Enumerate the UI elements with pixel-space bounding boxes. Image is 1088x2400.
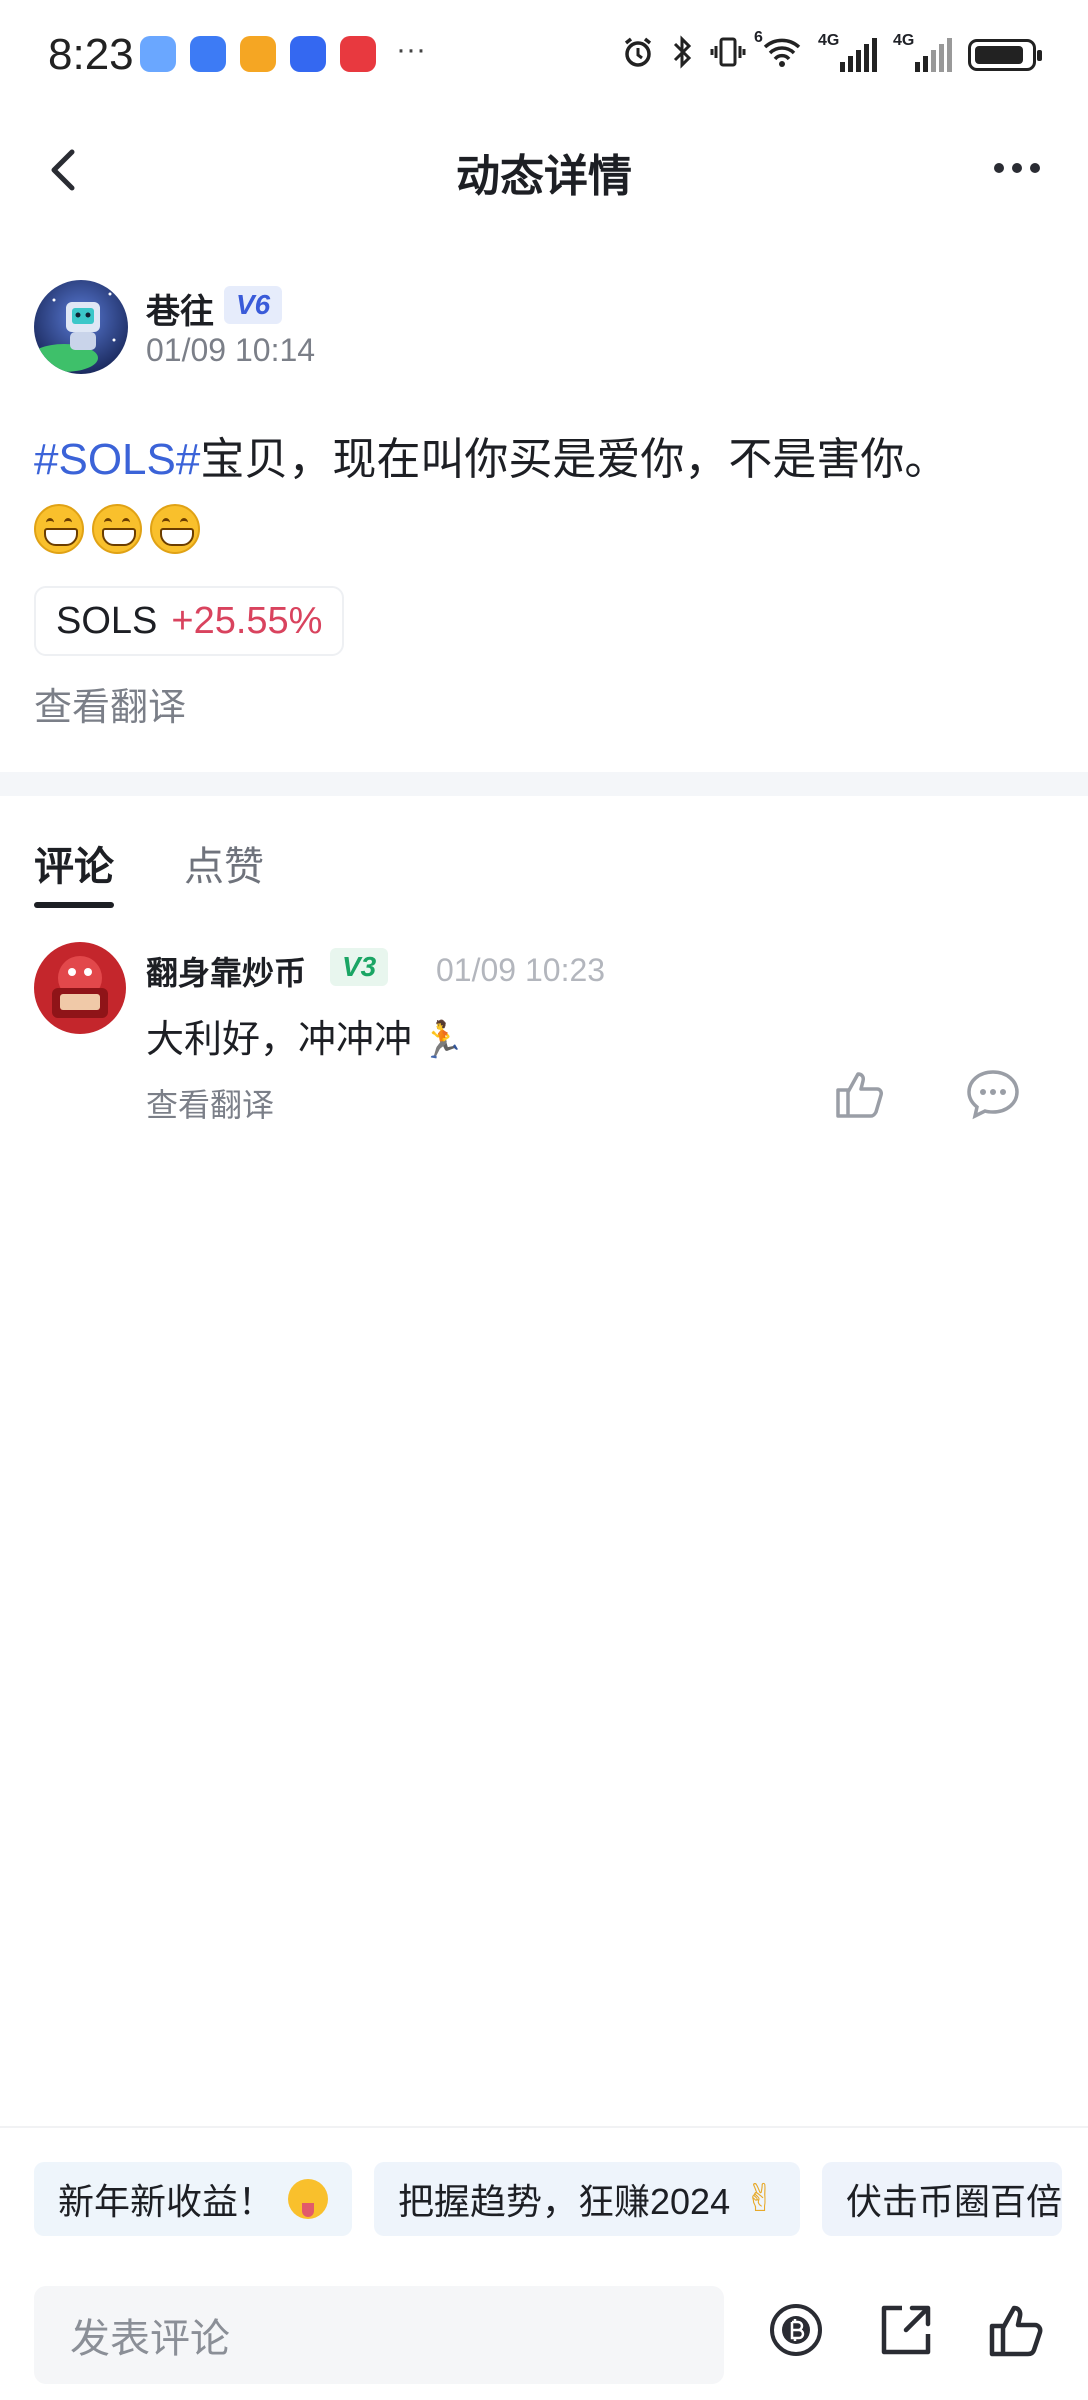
wifi-6-label: 6 — [754, 29, 763, 46]
active-tab-indicator — [34, 902, 114, 908]
network-type-label: 4G — [818, 31, 840, 49]
like-post-button[interactable] — [986, 2300, 1046, 2360]
ticker-change: +25.55% — [171, 599, 323, 642]
comment-item: 翻身靠炒币 V3 01/09 10:23 大利好，冲冲冲 🏃 查看翻译 — [34, 942, 1054, 1123]
app-notification-icon — [340, 36, 376, 72]
post-emoji-row — [34, 504, 200, 554]
app-notification-icon — [140, 36, 176, 72]
app-notification-icon — [290, 36, 326, 72]
nav-header: 动态详情 — [0, 110, 1088, 230]
page-title: 动态详情 — [456, 152, 632, 201]
status-time: 8:23 — [48, 30, 134, 79]
money-mouth-face-icon — [288, 2179, 329, 2219]
more-dot-icon — [1012, 163, 1022, 173]
status-bar: 8:23 ··· 6 4G 4G — [0, 0, 1088, 110]
more-dot-icon — [994, 163, 1004, 173]
victory-hand-icon: ✌ — [744, 2178, 776, 2220]
tab-label: 评论 — [34, 845, 114, 889]
more-options-button[interactable] — [982, 146, 1052, 190]
quick-reply-chip[interactable]: 把握趋势，狂赚2024 ✌ — [374, 2162, 800, 2236]
post-content: #SOLS#宝贝，现在叫你买是爱你，不是害你。 — [34, 428, 1054, 492]
ticker-chip[interactable]: SOLS +25.55% — [34, 586, 345, 656]
thumbs-up-icon — [836, 1072, 883, 1118]
commenter-avatar[interactable] — [34, 942, 126, 1034]
grinning-face-icon — [92, 504, 142, 554]
quick-reply-chip[interactable]: 伏击币圈百倍 — [821, 2162, 1062, 2236]
quick-reply-label: 新年新收益！ — [58, 2181, 275, 2222]
wifi-icon: 6 — [754, 29, 802, 74]
tip-coin-button[interactable] — [766, 2300, 826, 2360]
comment-like-button[interactable] — [832, 1066, 888, 1122]
comment-reply-button[interactable] — [964, 1066, 1022, 1122]
system-status-icons: 6 4G 4G — [620, 29, 1042, 75]
app-notification-icon — [240, 36, 276, 72]
post-author: 巷往 V6 01/09 10:14 — [34, 280, 1054, 380]
quick-reply-row: 新年新收益！ 把握趋势，狂赚2024 ✌ 伏击币圈百倍 — [34, 2162, 1062, 2236]
view-translation-link[interactable]: 查看翻译 — [34, 676, 186, 731]
tabs: 评论 点赞 — [34, 830, 264, 910]
notification-app-icons: ··· — [140, 33, 426, 72]
vibrate-icon — [710, 34, 746, 75]
coin-icon — [770, 2304, 822, 2356]
quick-reply-label: 把握趋势，狂赚2024 — [398, 2181, 731, 2222]
grinning-face-icon — [150, 504, 200, 554]
quick-reply-label: 伏击币圈百倍 — [845, 2181, 1062, 2222]
alarm-icon — [620, 34, 656, 75]
post-hashtag-link[interactable]: #SOLS# — [34, 435, 200, 484]
level-badge: V6 — [224, 286, 283, 324]
author-name[interactable]: 巷往 — [146, 284, 214, 333]
ticker-symbol: SOLS — [56, 599, 158, 642]
share-icon — [881, 2305, 931, 2355]
more-dot-icon — [1030, 163, 1040, 173]
tab-comments[interactable]: 评论 — [34, 830, 114, 910]
level-badge: V3 — [330, 948, 389, 986]
signal-4g-icon: 4G — [893, 32, 952, 72]
commenter-name[interactable]: 翻身靠炒币 — [146, 948, 306, 994]
tab-label: 点赞 — [184, 845, 264, 889]
share-button[interactable] — [876, 2300, 936, 2360]
battery-icon — [968, 38, 1042, 71]
post-text: 宝贝，现在叫你买是爱你，不是害你。 — [200, 435, 949, 484]
view-translation-link[interactable]: 查看翻译 — [146, 1080, 274, 1126]
comment-text: 大利好，冲冲冲 🏃 — [146, 1008, 465, 1063]
comment-text-content: 大利好，冲冲冲 — [146, 1019, 413, 1061]
tab-likes[interactable]: 点赞 — [184, 830, 264, 910]
more-notifications-icon: ··· — [396, 33, 426, 66]
comment-timestamp: 01/09 10:23 — [436, 952, 606, 988]
network-type-label: 4G — [893, 31, 915, 49]
quick-reply-chip[interactable]: 新年新收益！ — [34, 2162, 353, 2236]
chat-bubble-icon — [967, 1070, 1019, 1120]
quick-reply-divider — [0, 2126, 1088, 2128]
running-person-icon: 🏃 — [420, 1019, 465, 1060]
app-notification-icon — [190, 36, 226, 72]
thumbs-up-icon — [989, 2305, 1043, 2357]
post-detail-screen: 8:23 ··· 6 4G 4G 动态详情 巷往 V6 01/09 10:14 … — [0, 0, 1088, 2400]
bottom-action-bar: 发表评论 — [0, 2270, 1088, 2400]
bluetooth-icon — [672, 34, 694, 75]
section-divider — [0, 772, 1088, 796]
grinning-face-icon — [34, 504, 84, 554]
author-avatar[interactable] — [34, 280, 128, 374]
post-timestamp: 01/09 10:14 — [146, 332, 316, 368]
comment-input[interactable]: 发表评论 — [34, 2286, 724, 2384]
signal-4g-icon: 4G — [818, 32, 877, 72]
